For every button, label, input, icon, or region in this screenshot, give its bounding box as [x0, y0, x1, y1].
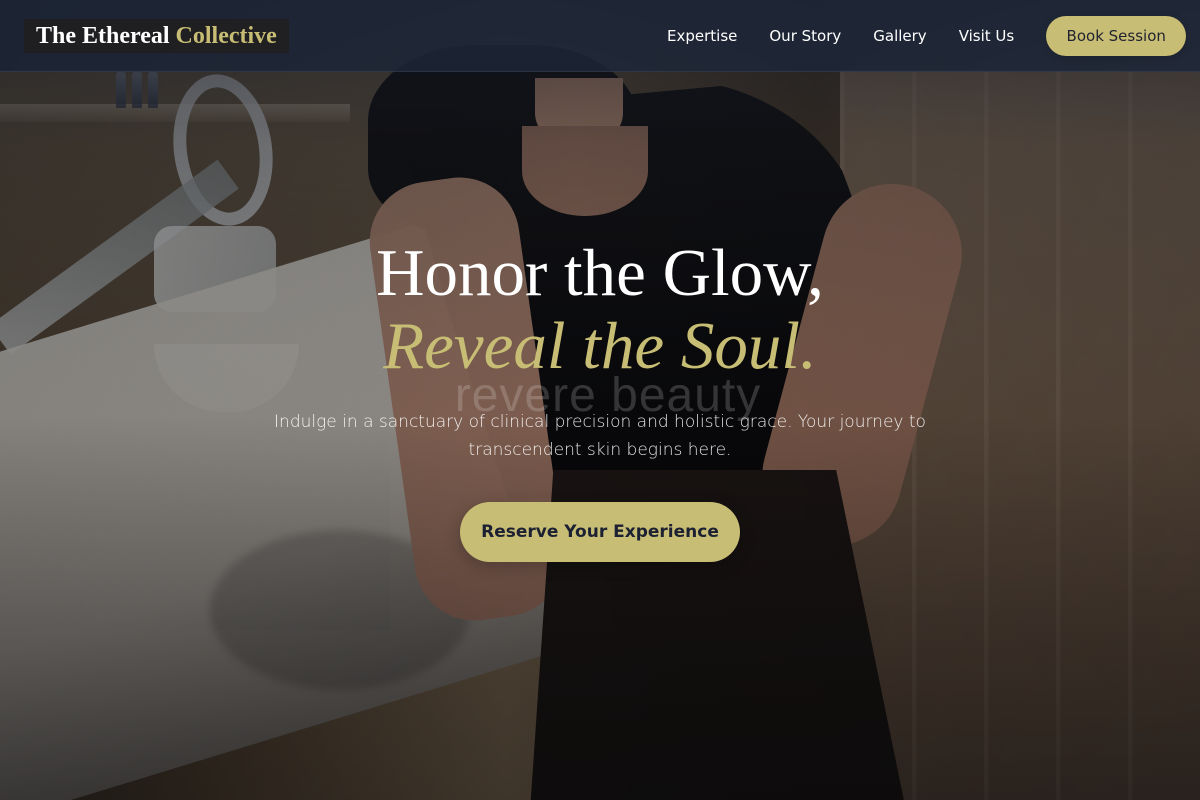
reserve-experience-button[interactable]: Reserve Your Experience [460, 502, 740, 562]
brand-name: The Ethereal [36, 23, 170, 49]
main-navigation: Expertise Our Story Gallery Visit Us Boo… [667, 16, 1187, 56]
hero-description: Indulge in a sanctuary of clinical preci… [274, 412, 926, 460]
hero-content: Honor the Glow, Reveal the Soul. revere … [0, 236, 1200, 586]
brand-logo[interactable]: The Ethereal Collective [24, 19, 289, 53]
site-header: The Ethereal Collective Expertise Our St… [0, 0, 1200, 72]
nav-link-expertise[interactable]: Expertise [667, 16, 737, 56]
hero-headline: Honor the Glow, [376, 236, 824, 310]
book-session-button[interactable]: Book Session [1046, 16, 1187, 56]
brand-accent: Collective [175, 23, 277, 49]
landing-page: The Ethereal Collective Expertise Our St… [0, 0, 1200, 800]
nav-link-visit-us[interactable]: Visit Us [959, 16, 1015, 56]
nav-link-our-story[interactable]: Our Story [769, 16, 841, 56]
nav-link-gallery[interactable]: Gallery [873, 16, 926, 56]
